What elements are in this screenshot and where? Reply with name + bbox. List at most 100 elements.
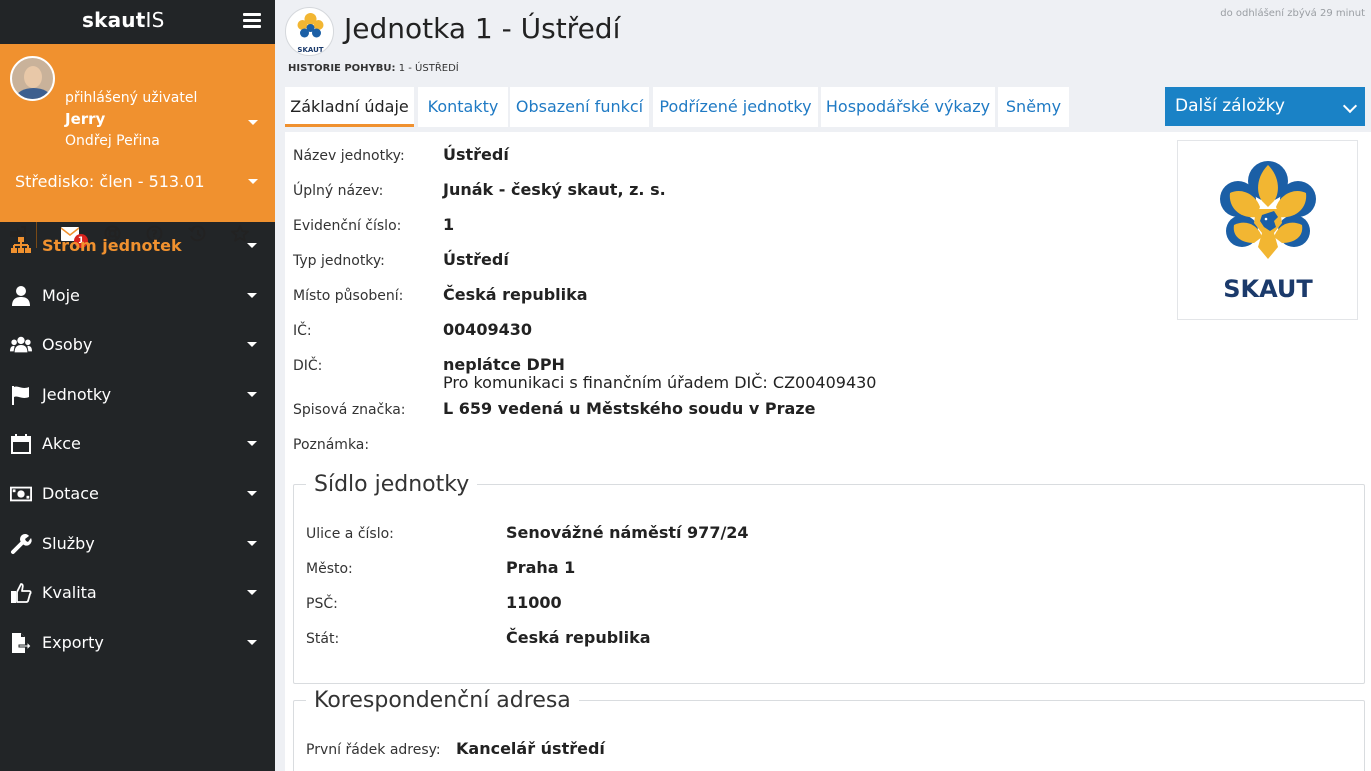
menu-item-dotace[interactable]: Dotace <box>0 470 275 520</box>
seat-value: Praha 1 <box>506 558 576 577</box>
detail-value: L 659 vedená u Městského soudu v Praze <box>443 399 816 418</box>
chevron-down-icon <box>247 342 257 348</box>
tab-hospodarske-vykazy[interactable]: Hospodářské výkazy <box>821 87 995 127</box>
detail-panel: Název jednotky: Ústředí Úplný název: Jun… <box>285 132 1371 771</box>
menu-item-moje[interactable]: Moje <box>0 272 275 322</box>
tab-kontakty[interactable]: Kontakty <box>418 87 508 127</box>
chevron-down-icon <box>247 590 257 596</box>
role-chevron-icon[interactable] <box>248 179 258 184</box>
seat-value: Česká republika <box>506 628 651 647</box>
brand-bar: skautIS <box>0 0 275 44</box>
detail-value: Ústředí <box>443 145 509 164</box>
money-icon <box>10 486 32 502</box>
detail-label: Evidenční číslo: <box>293 218 402 234</box>
menu-label: Služby <box>42 533 95 553</box>
menu-item-strom-jednotek[interactable]: Strom jednotek <box>0 222 275 272</box>
menu-item-sluzby[interactable]: Služby <box>0 520 275 570</box>
menu-item-exporty[interactable]: Exporty <box>0 619 275 669</box>
main-menu: Strom jednotek Moje Osoby Jednotky Akce … <box>0 222 275 668</box>
user-box: přihlášený uživatel Jerry Ondřej Peřina … <box>0 44 275 248</box>
correspondence-legend: Korespondenční adresa <box>314 688 571 713</box>
flag-icon <box>12 385 29 405</box>
avatar[interactable] <box>10 56 55 101</box>
menu-item-kvalita[interactable]: Kvalita <box>0 569 275 619</box>
menu-item-osoby[interactable]: Osoby <box>0 321 275 371</box>
detail-label: Spisová značka: <box>293 402 406 418</box>
detail-label: Poznámka: <box>293 437 370 453</box>
more-tabs-label: Další záložky <box>1175 96 1285 116</box>
chevron-down-icon <box>247 243 257 248</box>
chevron-down-icon <box>247 391 257 397</box>
detail-value-extra: Pro komunikaci s finančním úřadem DIČ: C… <box>443 373 877 392</box>
tab-podrizene-jednotky[interactable]: Podřízené jednotky <box>653 87 818 127</box>
menu-label: Kvalita <box>42 583 97 603</box>
detail-label: Úplný název: <box>293 183 384 199</box>
detail-label: Typ jednotky: <box>293 253 385 269</box>
chevron-down-icon <box>247 490 257 496</box>
app-logo[interactable]: skautIS <box>82 8 165 32</box>
sitemap-icon <box>11 237 31 253</box>
seat-legend: Sídlo jednotky <box>314 472 470 497</box>
tab-snemy[interactable]: Sněmy <box>998 87 1069 127</box>
detail-value: neplátce DPH <box>443 355 565 374</box>
menu-label: Exporty <box>42 632 104 652</box>
tab-obsazeni-funkci[interactable]: Obsazení funkcí <box>510 87 649 127</box>
correspondence-fieldset: Korespondenční adresa <box>293 688 1365 771</box>
user-full-name: Ondřej Peřina <box>65 133 160 149</box>
menu-item-jednotky[interactable]: Jednotky <box>0 371 275 421</box>
wrench-icon <box>11 533 32 554</box>
logged-user-label: přihlášený uživatel <box>65 90 198 106</box>
chevron-down-icon <box>247 540 257 546</box>
main-content: SKAUT Jednotka 1 - Ústředí do odhlášení … <box>275 0 1371 771</box>
users-icon <box>10 336 32 353</box>
menu-label: Moje <box>42 285 80 305</box>
seat-label: PSČ: <box>306 596 338 612</box>
menu-label: Strom jednotek <box>42 236 182 255</box>
seat-label: Ulice a číslo: <box>306 526 394 542</box>
detail-value: 1 <box>443 215 455 234</box>
menu-label: Osoby <box>42 335 93 355</box>
chevron-down-icon <box>1342 98 1358 114</box>
user-icon <box>12 285 30 306</box>
seat-label: Město: <box>306 561 353 577</box>
detail-value: Ústředí <box>443 250 509 269</box>
detail-label: DIČ: <box>293 358 323 374</box>
correspondence-value: Kancelář ústředí <box>456 739 605 758</box>
chevron-down-icon <box>247 441 257 447</box>
role-selector[interactable]: Středisko: člen - 513.01 <box>15 172 205 191</box>
detail-value: Česká republika <box>443 285 588 304</box>
svg-text:SKAUT: SKAUT <box>297 46 323 54</box>
user-menu-chevron-icon[interactable] <box>248 120 258 125</box>
breadcrumb-link[interactable]: 1 - ÚSTŘEDÍ <box>399 63 459 74</box>
svg-text:SKAUT: SKAUT <box>1223 275 1313 303</box>
detail-label: Místo působení: <box>293 288 404 304</box>
menu-label: Jednotky <box>42 384 112 404</box>
page-title: Jednotka 1 - Ústředí <box>344 12 621 45</box>
chevron-down-icon <box>247 639 257 645</box>
seat-value: Senovážné náměstí 977/24 <box>506 523 749 542</box>
correspondence-label: První řádek adresy: <box>306 742 441 758</box>
tab-zakladni-udaje[interactable]: Základní údaje <box>285 87 414 127</box>
calendar-icon <box>11 434 31 455</box>
more-tabs-dropdown[interactable]: Další záložky <box>1165 87 1365 126</box>
menu-toggle-icon[interactable] <box>243 13 261 28</box>
detail-value: 00409430 <box>443 320 533 339</box>
export-icon <box>12 632 32 653</box>
menu-item-akce[interactable]: Akce <box>0 420 275 470</box>
user-nickname[interactable]: Jerry <box>65 110 105 128</box>
chevron-down-icon <box>247 292 257 298</box>
unit-logo-small: SKAUT <box>285 7 334 56</box>
detail-value: Junák - český skaut, z. s. <box>443 180 666 199</box>
detail-label: Název jednotky: <box>293 148 405 164</box>
seat-value: 11000 <box>506 593 562 612</box>
thumbs-up-icon <box>11 583 32 604</box>
sidebar: skautIS přihlášený uživatel Jerry Ondřej… <box>0 0 275 771</box>
skaut-logo: SKAUT <box>1177 140 1358 320</box>
detail-label: IČ: <box>293 323 312 339</box>
menu-label: Akce <box>42 434 81 454</box>
session-timeout: do odhlášení zbývá 29 minut <box>1220 8 1365 19</box>
menu-label: Dotace <box>42 483 99 503</box>
seat-fieldset: Sídlo jednotky <box>293 472 1365 684</box>
seat-label: Stát: <box>306 631 340 647</box>
breadcrumb: HISTORIE POHYBU: 1 - ÚSTŘEDÍ <box>288 63 459 74</box>
